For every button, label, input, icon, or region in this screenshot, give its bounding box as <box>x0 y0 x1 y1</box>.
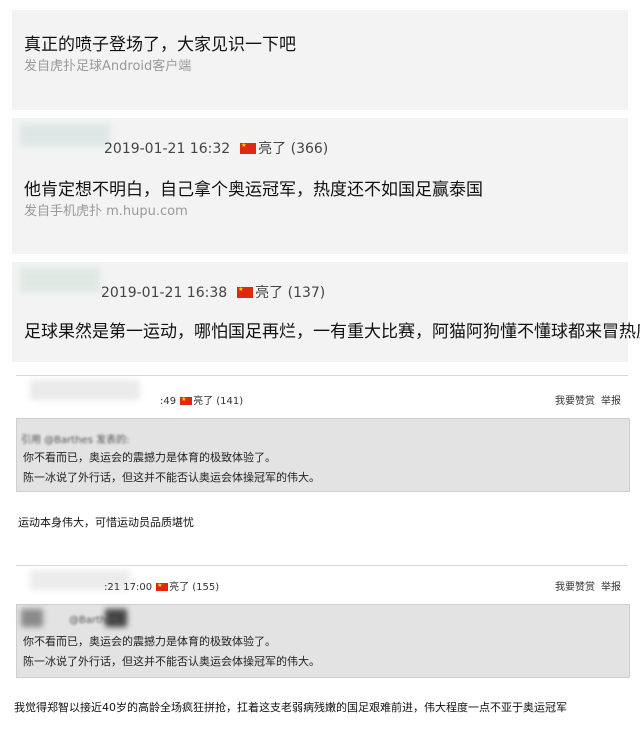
light-up-label[interactable]: 亮了 <box>193 396 213 407</box>
quote-line: 你不看而已，奥运会的震撼力是体育的极致体验了。 <box>23 635 276 648</box>
tip-button[interactable]: 我要赞赏 <box>555 582 595 593</box>
reply-meta: 2019-01-21 16:32 亮了 (366) <box>104 138 328 158</box>
reply-timestamp: 2019-01-21 16:32 <box>104 141 231 157</box>
china-flag-icon <box>237 286 254 298</box>
light-count: (155) <box>192 582 220 593</box>
reply-actions: 我要赞赏 举报 <box>555 392 621 407</box>
divider <box>16 565 628 566</box>
post-title: 真正的喷子登场了，大家见识一下吧 <box>24 35 296 55</box>
avatar <box>20 268 100 292</box>
quote-header: 引用 @Barthes 发表的: <box>21 435 130 446</box>
reply-source: 发自手机虎扑 m.hupu.com <box>24 204 188 219</box>
quote-line: 陈一冰说了外行话，但这并不能否认奥运会体操冠军的伟大。 <box>23 655 320 668</box>
reply-card: 2019-01-21 16:38 亮了 (137) 足球果然是第一运动，哪怕国足再… <box>12 262 640 362</box>
report-button[interactable]: 举报 <box>601 582 621 593</box>
reply-meta: 2019-01-21 16:38 亮了 (137) <box>101 282 325 302</box>
divider <box>16 375 628 376</box>
quote-block: 引用 @Barthes 发表的: 你不看而已，奥运会的震撼力是体育的极致体验了。… <box>16 418 630 492</box>
light-up-label[interactable]: 亮了 <box>258 141 286 157</box>
quote-line: 陈一冰说了外行话，但这并不能否认奥运会体操冠军的伟大。 <box>23 471 320 484</box>
china-flag-icon <box>180 396 193 405</box>
reply-body: 运动本身伟大，可惜运动员品质堪忧 <box>18 516 194 529</box>
report-button[interactable]: 举报 <box>601 396 621 407</box>
post-source: 发自虎扑足球Android客户端 <box>24 59 192 74</box>
light-count: (366) <box>290 141 329 157</box>
reply-body: 他肯定想不明白，自己拿个奥运冠军，热度还不如国足赢泰国 <box>24 180 483 200</box>
avatar <box>20 124 110 146</box>
reply-timestamp: 2019-01-21 16:38 <box>101 285 228 301</box>
reply-body: 足球果然是第一运动，哪怕国足再烂，一有重大比赛，阿猫阿狗懂不懂球都来冒热度了 <box>24 322 640 342</box>
china-flag-icon <box>240 142 257 154</box>
reply-actions: 我要赞赏 举报 <box>555 578 621 593</box>
reply-meta: :49 亮了 (141) <box>160 392 243 407</box>
light-up-label[interactable]: 亮了 <box>169 582 189 593</box>
reply-timestamp: :49 <box>160 396 177 407</box>
china-flag-icon <box>156 582 169 591</box>
reply-body: 我觉得郑智以接近40岁的高龄全场疯狂拼抢，扛着这支老弱病残嫩的国足艰难前进，伟大… <box>14 701 567 714</box>
quote-header: @Barthes <box>69 615 118 626</box>
quote-block: @Barthes 你不看而已，奥运会的震撼力是体育的极致体验了。 陈一冰说了外行… <box>16 604 630 678</box>
avatar <box>21 609 43 627</box>
reply-card: 2019-01-21 16:32 亮了 (366) 他肯定想不明白，自己拿个奥运冠… <box>12 118 628 254</box>
light-count: (141) <box>216 396 244 407</box>
quote-line: 你不看而已，奥运会的震撼力是体育的极致体验了。 <box>23 451 276 464</box>
avatar <box>30 380 140 400</box>
reply-meta: :21 17:00 亮了 (155) <box>104 578 219 593</box>
light-count: (137) <box>287 285 326 301</box>
reply-timestamp: :21 17:00 <box>104 582 153 593</box>
original-post: 真正的喷子登场了，大家见识一下吧 发自虎扑足球Android客户端 <box>12 10 628 110</box>
light-up-label[interactable]: 亮了 <box>255 285 283 301</box>
tip-button[interactable]: 我要赞赏 <box>555 396 595 407</box>
